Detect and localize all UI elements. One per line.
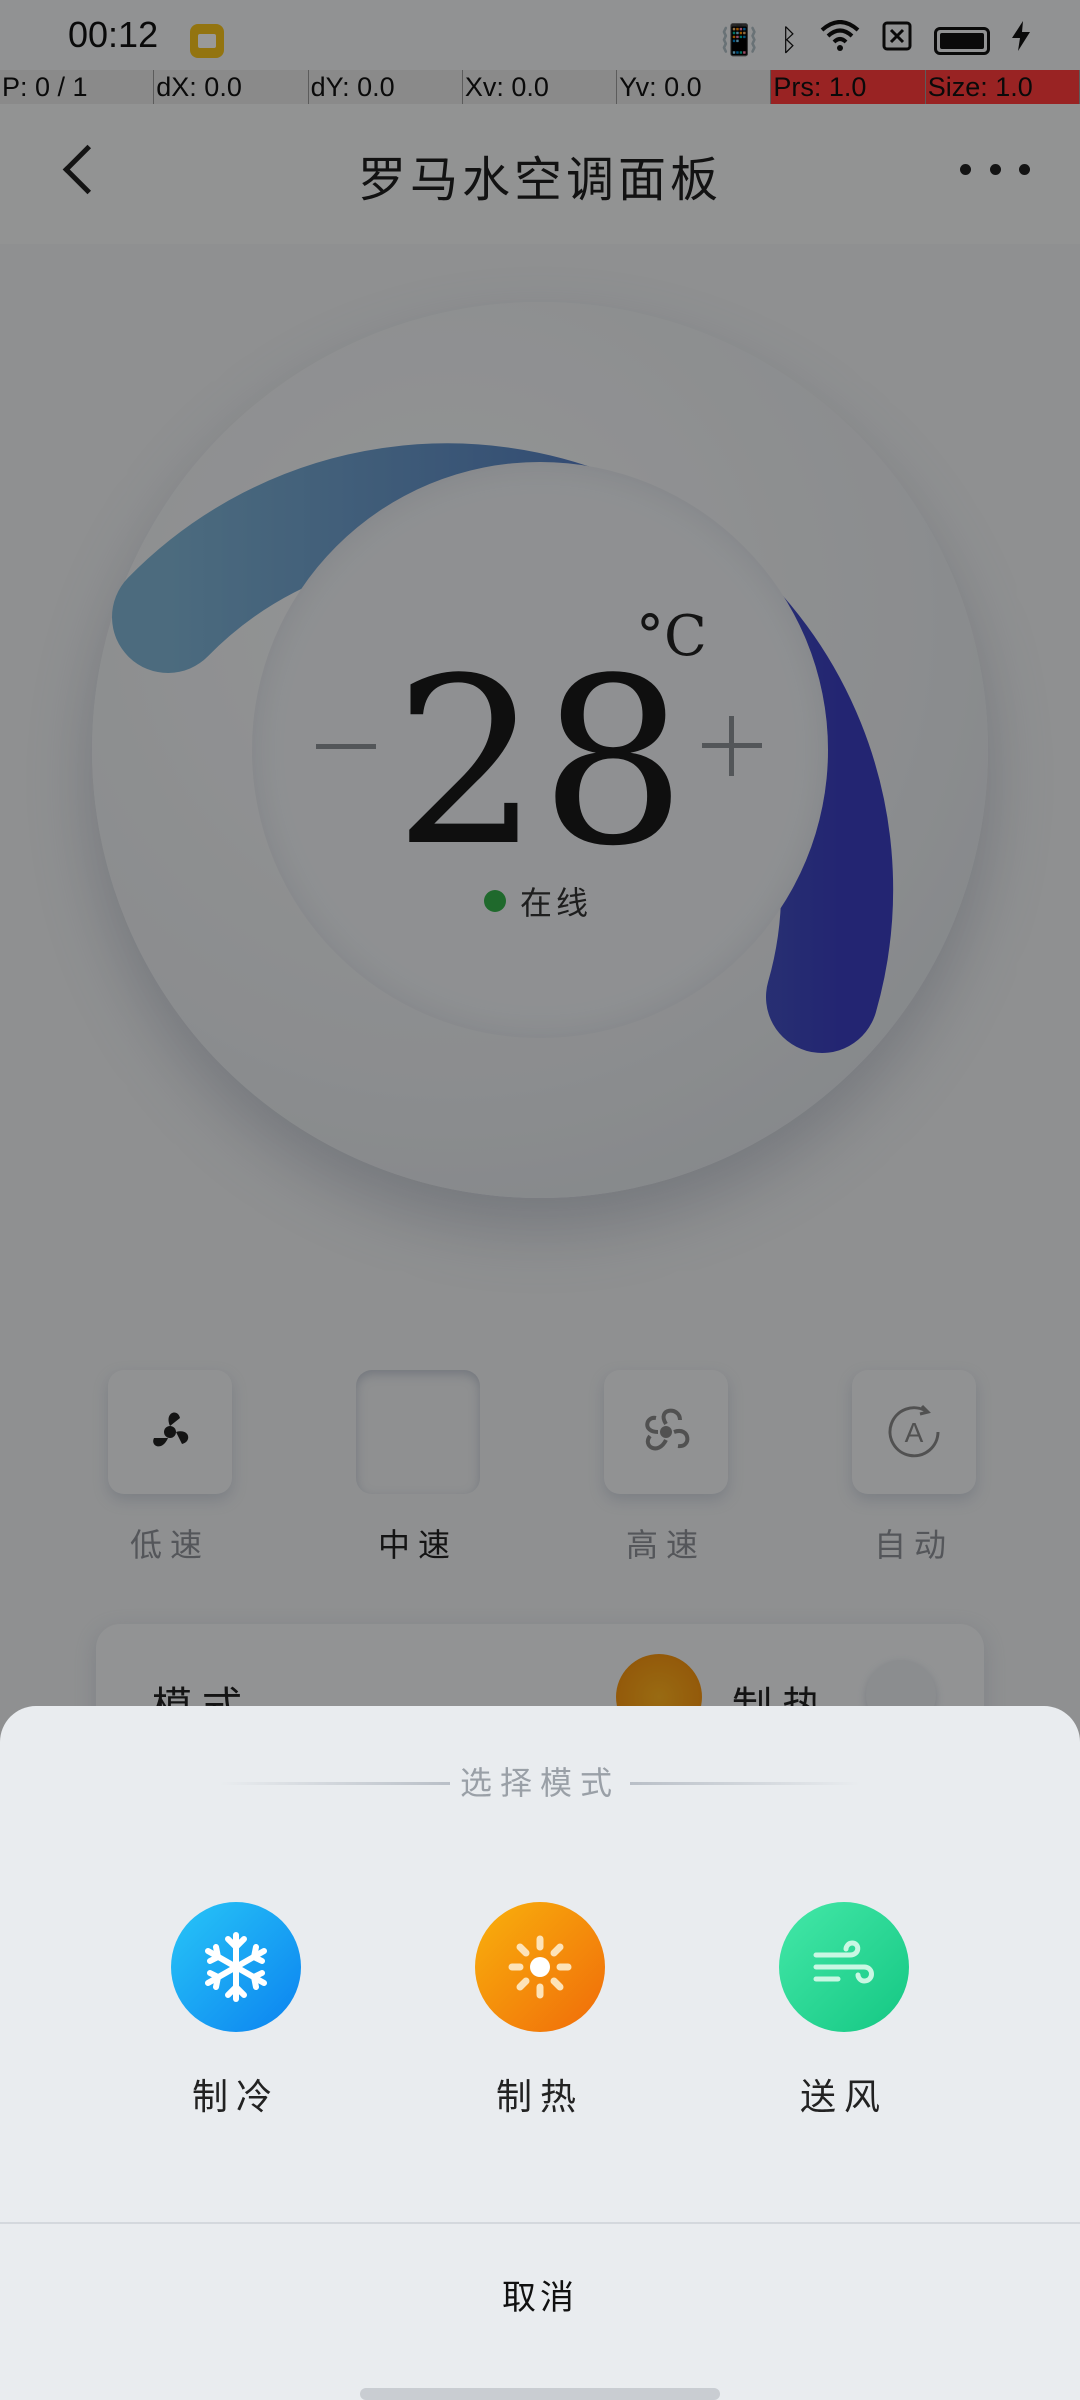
mode-option-heat-label: 制热 [495, 2077, 584, 2118]
mode-option-fan-label: 送风 [799, 2077, 888, 2118]
mode-option-cool[interactable]: 制冷 [136, 1902, 336, 2120]
mode-option-fan[interactable]: 送风 [744, 1902, 944, 2120]
wind-icon [779, 1902, 909, 2032]
divider [630, 1782, 860, 1785]
snowflake-icon [171, 1902, 301, 2032]
cancel-button[interactable]: 取消 [0, 2224, 1080, 2364]
sheet-title: 选择模式 [459, 1764, 620, 1802]
mode-select-sheet: 选择模式 制冷 制热 送风 取消 [0, 1706, 1080, 2400]
home-indicator[interactable] [360, 2388, 720, 2400]
sheet-header: 选择模式 [0, 1758, 1080, 1808]
mode-option-cool-label: 制冷 [191, 2077, 280, 2118]
sun-icon [475, 1902, 605, 2032]
mode-option-heat[interactable]: 制热 [440, 1902, 640, 2120]
